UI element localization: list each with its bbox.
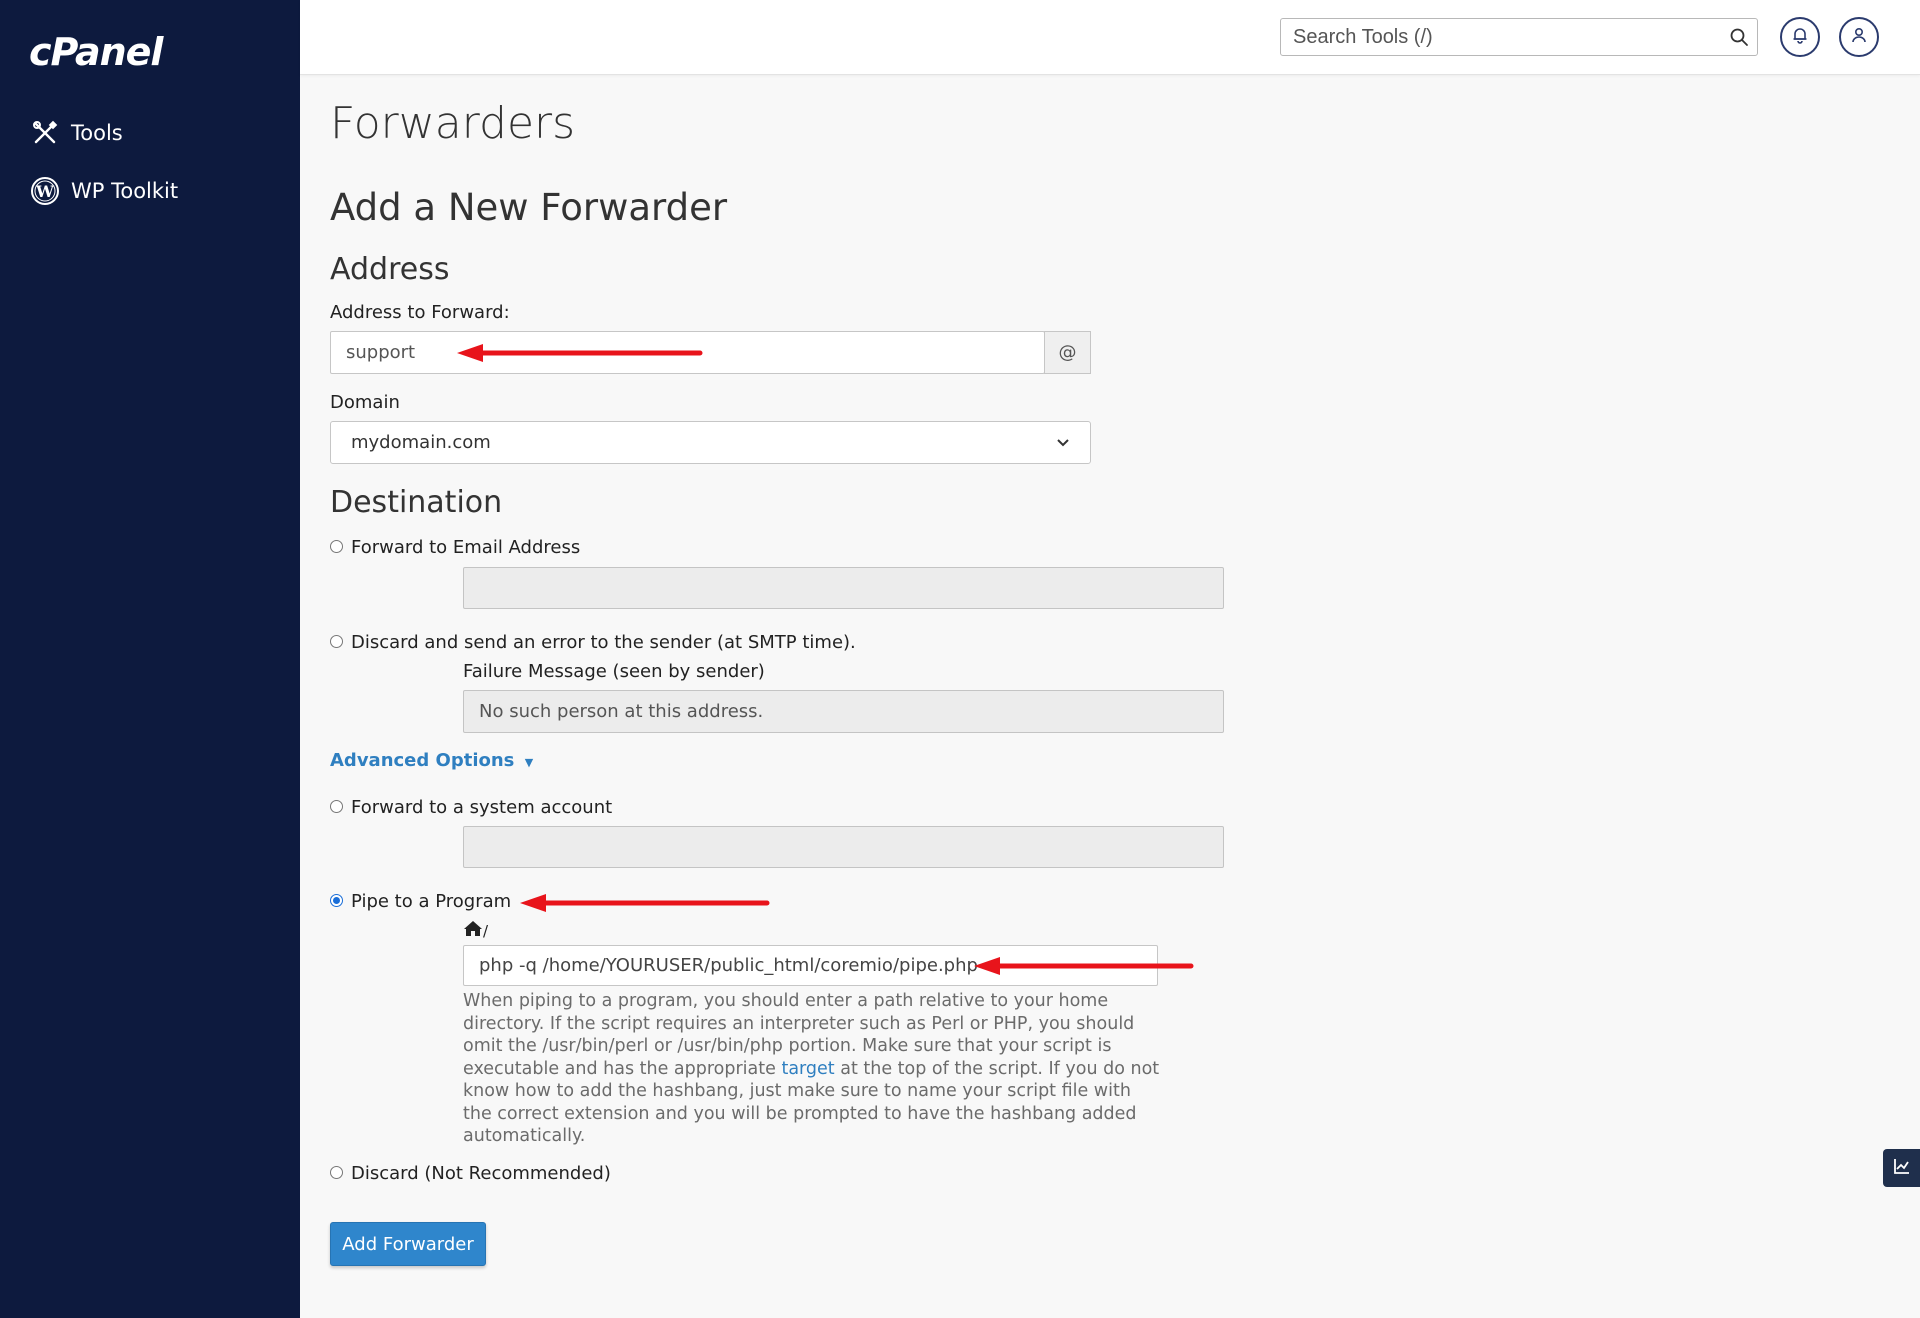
chevron-down-icon — [1056, 432, 1070, 453]
pipe-help-text: When piping to a program, you should ent… — [463, 990, 1163, 1148]
search-box[interactable] — [1280, 18, 1758, 56]
failure-message-value: No such person at this address. — [479, 701, 764, 722]
notifications-button[interactable] — [1780, 17, 1820, 57]
radio-label: Discard and send an error to the sender … — [351, 632, 856, 653]
path-slash: / — [483, 922, 489, 940]
pipe-program-value: php -q /home/YOURUSER/public_html/coremi… — [479, 955, 978, 976]
sidebar: cPanel Tools W WP Toolkit — [0, 0, 300, 1318]
add-forwarder-button[interactable]: Add Forwarder — [330, 1222, 486, 1266]
address-input-value: support — [346, 342, 416, 363]
advanced-options-label: Advanced Options — [330, 750, 515, 771]
domain-label: Domain — [330, 392, 400, 413]
search-input[interactable] — [1291, 25, 1715, 50]
home-icon — [463, 920, 483, 942]
radio-button[interactable] — [330, 1166, 343, 1179]
system-account-input[interactable] — [463, 826, 1224, 868]
radio-forward-email[interactable]: Forward to Email Address — [330, 537, 580, 558]
forward-email-input[interactable] — [463, 567, 1224, 609]
radio-button-selected[interactable] — [330, 894, 343, 907]
radio-discard-error[interactable]: Discard and send an error to the sender … — [330, 632, 856, 653]
radio-label: Forward to a system account — [351, 797, 613, 818]
destination-heading: Destination — [330, 485, 503, 520]
annotation-arrow-pipe — [520, 894, 770, 912]
domain-select[interactable]: mydomain.com — [330, 421, 1091, 464]
home-path-prefix: / — [463, 920, 488, 942]
at-addon: @ — [1044, 331, 1091, 374]
radio-label: Forward to Email Address — [351, 537, 581, 558]
user-icon — [1850, 26, 1868, 48]
sidebar-item-label: Tools — [71, 121, 123, 145]
chart-icon — [1893, 1157, 1911, 1179]
annotation-arrow-address — [457, 344, 703, 362]
failure-message-input[interactable]: No such person at this address. — [463, 690, 1224, 733]
annotation-arrow-pipe-path — [974, 957, 1194, 975]
sidebar-item-tools[interactable]: Tools — [29, 117, 123, 149]
radio-label: Discard (Not Recommended) — [351, 1163, 611, 1184]
target-link[interactable]: target — [781, 1059, 834, 1079]
sidebar-item-wp-toolkit[interactable]: W WP Toolkit — [29, 175, 178, 207]
page-title: Forwarders — [330, 98, 576, 149]
bell-icon — [1791, 26, 1809, 48]
caret-down-icon: ▼ — [524, 756, 534, 769]
radio-label: Pipe to a Program — [351, 891, 512, 912]
failure-message-label: Failure Message (seen by sender) — [463, 661, 765, 682]
search-icon[interactable] — [1729, 27, 1749, 51]
page-subtitle: Add a New Forwarder — [330, 186, 728, 229]
svg-text:W: W — [35, 182, 55, 201]
radio-system-account[interactable]: Forward to a system account — [330, 797, 612, 818]
user-menu-button[interactable] — [1839, 17, 1879, 57]
sidebar-item-label: WP Toolkit — [71, 179, 179, 203]
advanced-options-toggle[interactable]: Advanced Options ▼ — [330, 750, 533, 771]
address-heading: Address — [330, 252, 450, 287]
radio-button[interactable] — [330, 540, 343, 553]
radio-discard[interactable]: Discard (Not Recommended) — [330, 1163, 611, 1184]
domain-select-value: mydomain.com — [351, 432, 491, 453]
radio-button[interactable] — [330, 635, 343, 648]
radio-button[interactable] — [330, 800, 343, 813]
stats-tab[interactable] — [1883, 1149, 1920, 1187]
radio-pipe-program[interactable]: Pipe to a Program — [330, 891, 511, 912]
wordpress-icon: W — [29, 175, 61, 207]
tools-icon — [29, 117, 61, 149]
cpanel-logo[interactable]: cPanel — [29, 30, 163, 74]
topbar — [300, 0, 1920, 75]
address-to-forward-label: Address to Forward: — [330, 302, 510, 323]
